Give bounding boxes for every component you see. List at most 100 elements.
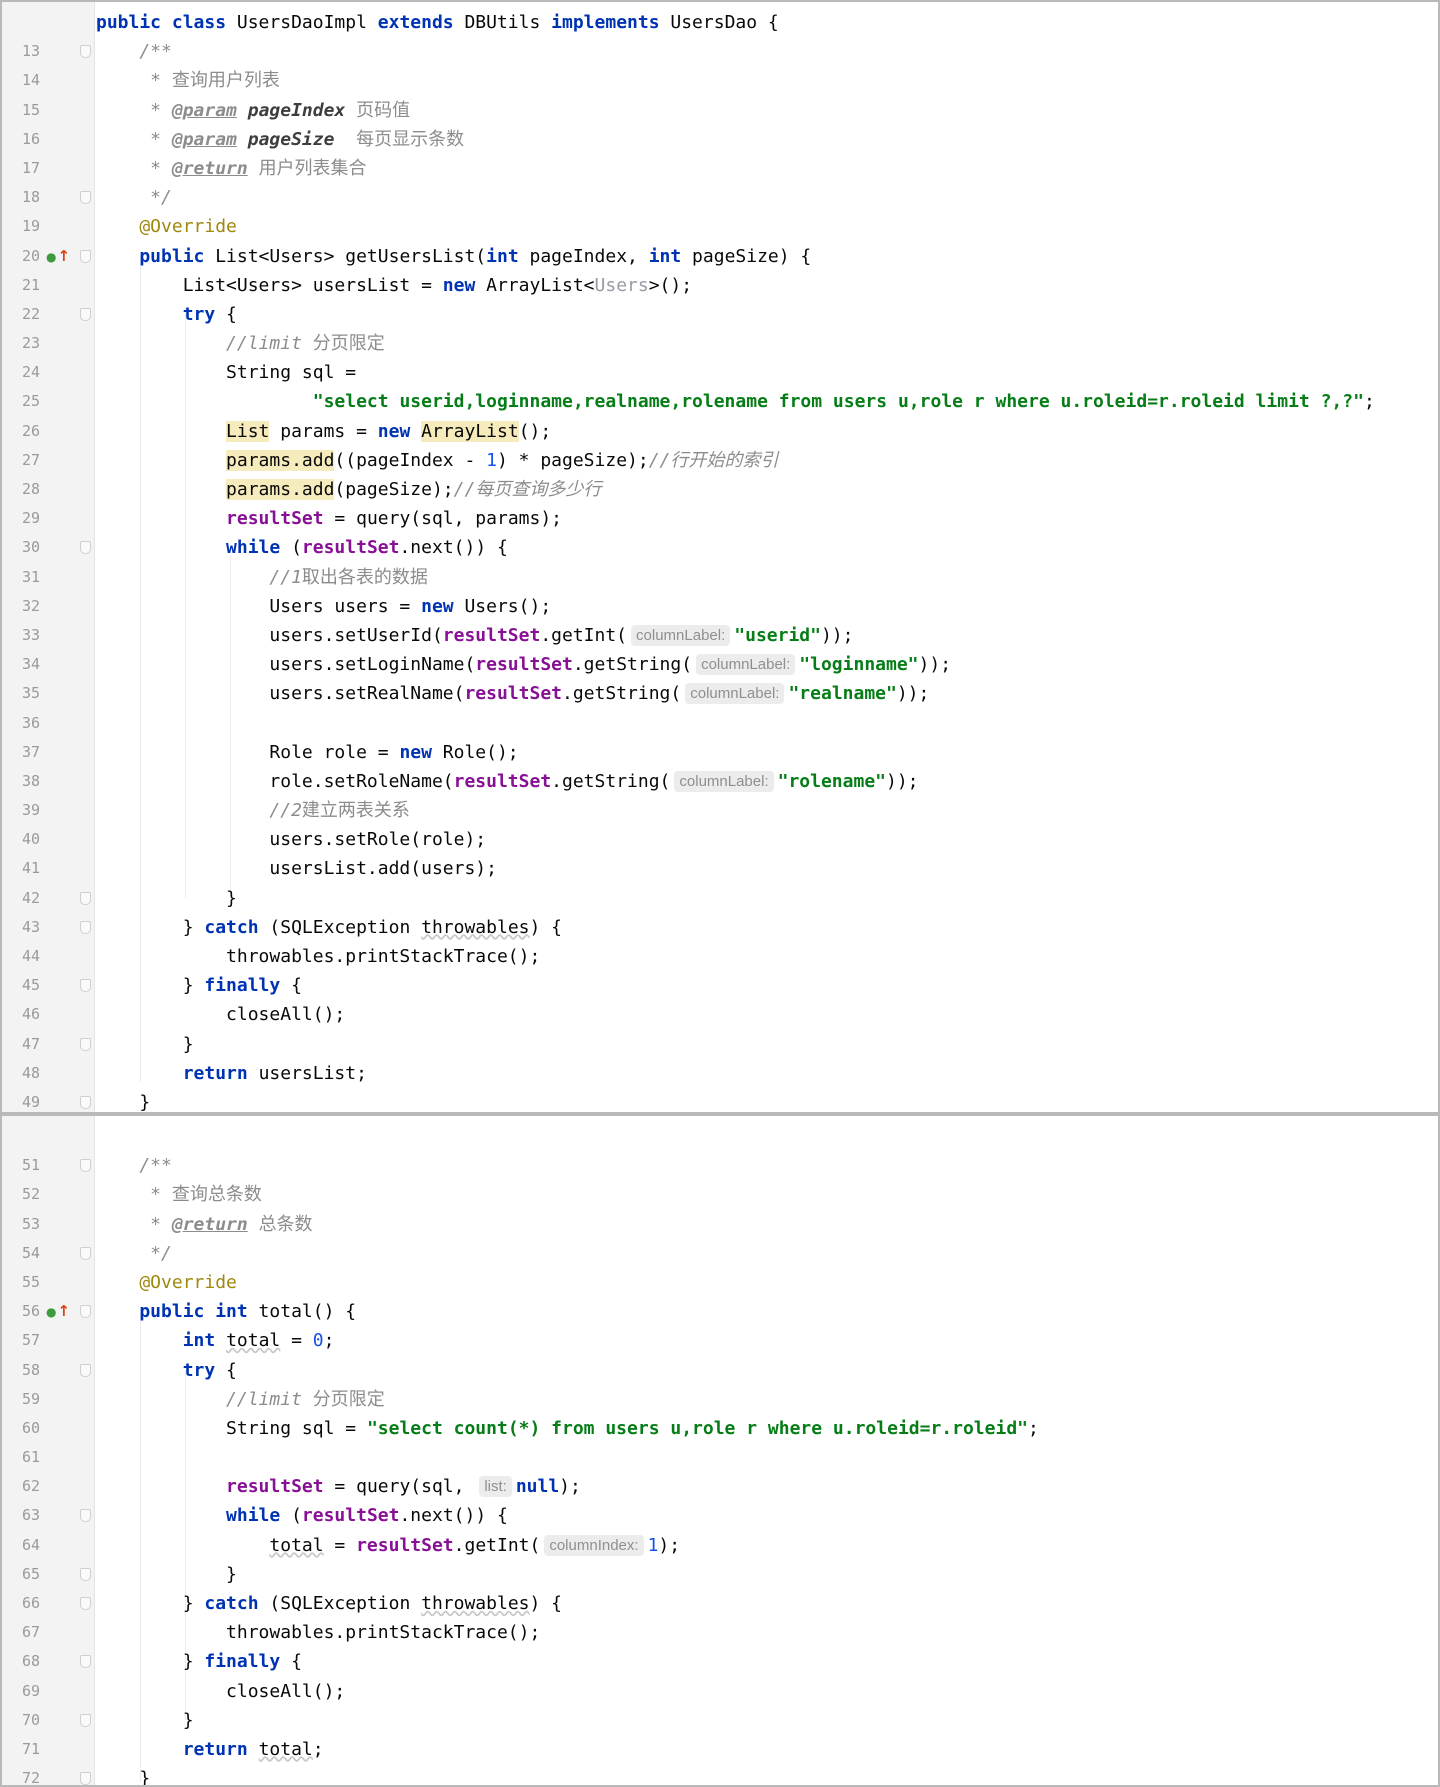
code-text[interactable]: @Override	[96, 212, 237, 241]
fold-marker-icon[interactable]	[80, 979, 91, 993]
code-line[interactable]: 65 total = resultSet.getInt(columnIndex:…	[2, 1531, 1438, 1583]
fold-marker-icon[interactable]	[80, 1246, 91, 1260]
code-line[interactable]: 18 * @return 用户列表集合	[2, 154, 1438, 206]
code-line[interactable]: 69 } finally {	[2, 1647, 1438, 1699]
code-text[interactable]: //2建立两表关系	[96, 796, 410, 825]
code-line[interactable]: 19 */	[2, 183, 1438, 235]
code-text[interactable]: }	[96, 1706, 194, 1735]
fold-marker-icon[interactable]	[80, 920, 91, 934]
code-line[interactable]: 21 ●↑ public List<Users> getUsersList(in…	[2, 242, 1438, 294]
code-text[interactable]: Role role = new Role();	[96, 738, 518, 767]
code-text[interactable]: //1取出各表的数据	[96, 563, 428, 592]
code-line[interactable]: 38 Role role = new Role();	[2, 738, 1438, 790]
code-text[interactable]: }	[96, 884, 237, 913]
code-line[interactable]: 24 //limit 分页限定	[2, 329, 1438, 381]
code-line[interactable]: 62	[2, 1443, 1438, 1495]
code-text[interactable]: "select userid,loginname,realname,rolena…	[96, 387, 1375, 416]
code-text[interactable]: public int total() {	[96, 1297, 356, 1326]
fold-marker-icon[interactable]	[80, 1597, 91, 1610]
code-line[interactable]: 17 * @param pageSize 每页显示条数	[2, 125, 1438, 177]
code-line[interactable]: 43 }	[2, 884, 1438, 936]
code-line[interactable]: 42 usersList.add(users);	[2, 854, 1438, 906]
code-text[interactable]: * @param pageSize 每页显示条数	[96, 125, 464, 154]
code-line[interactable]: 28 params.add((pageIndex - 1) * pageSize…	[2, 446, 1438, 498]
fold-marker-icon[interactable]	[80, 1509, 91, 1523]
code-line[interactable]: 45 throwables.printStackTrace();	[2, 942, 1438, 994]
code-text[interactable]: * @return 总条数	[96, 1210, 312, 1239]
code-line[interactable]: 60 //limit 分页限定	[2, 1385, 1438, 1437]
code-text[interactable]: * 查询用户列表	[96, 66, 280, 95]
code-line[interactable]: 32 //1取出各表的数据	[2, 563, 1438, 615]
code-text[interactable]: */	[96, 183, 172, 212]
fold-marker-icon[interactable]	[80, 1567, 91, 1581]
code-text[interactable]: } finally {	[96, 1647, 302, 1676]
code-line[interactable]: 58 int total = 0;	[2, 1326, 1438, 1378]
code-line[interactable]: 56 @Override	[2, 1268, 1438, 1320]
code-text[interactable]: }	[96, 1030, 194, 1059]
code-text[interactable]: try {	[96, 1356, 237, 1385]
code-line[interactable]: 57 ●↑ public int total() {	[2, 1297, 1438, 1349]
code-text[interactable]: int total = 0;	[96, 1326, 335, 1355]
code-text[interactable]: } catch (SQLException throwables) {	[96, 913, 562, 942]
code-line[interactable]: 71 }	[2, 1706, 1438, 1758]
fold-marker-icon[interactable]	[80, 1772, 91, 1785]
code-text[interactable]: } catch (SQLException throwables) {	[96, 1589, 562, 1618]
code-text[interactable]: }	[96, 1560, 237, 1589]
code-text[interactable]: try {	[96, 300, 237, 329]
code-line[interactable]: 64 while (resultSet.next()) {	[2, 1501, 1438, 1553]
code-text[interactable]: public class UsersDaoImpl extends DBUtil…	[96, 8, 779, 37]
code-line[interactable]: 20 @Override	[2, 212, 1438, 264]
code-text[interactable]: public List<Users> getUsersList(int page…	[96, 242, 811, 271]
code-line[interactable]: 47 closeAll();	[2, 1000, 1438, 1052]
code-line[interactable]: 53 * 查询总条数	[2, 1180, 1438, 1232]
code-line[interactable]: 36 users.setRealName(resultSet.getString…	[2, 679, 1438, 732]
code-text[interactable]: List params = new ArrayList();	[96, 417, 551, 446]
implements-method-icon[interactable]: ●↑	[46, 1297, 70, 1327]
code-text[interactable]: * @return 用户列表集合	[96, 154, 366, 183]
code-line[interactable]: 54 * @return 总条数	[2, 1210, 1438, 1262]
fold-marker-icon[interactable]	[80, 249, 91, 263]
code-text[interactable]: String sql =	[96, 358, 356, 387]
code-line[interactable]: 29 params.add(pageSize);//每页查询多少行	[2, 475, 1438, 527]
code-text[interactable]: role.setRoleName(resultSet.getString(col…	[96, 767, 919, 796]
code-line[interactable]: 63 resultSet = query(sql, list: null);	[2, 1472, 1438, 1524]
fold-marker-icon[interactable]	[80, 1655, 91, 1669]
code-text[interactable]: */	[96, 1239, 172, 1268]
code-line[interactable]: 70 closeAll();	[2, 1677, 1438, 1729]
code-text[interactable]: closeAll();	[96, 1677, 345, 1706]
code-text[interactable]: //limit 分页限定	[96, 329, 385, 358]
code-line[interactable]: 15 * 查询用户列表	[2, 66, 1438, 118]
fold-marker-icon[interactable]	[80, 307, 91, 321]
code-text[interactable]: throwables.printStackTrace();	[96, 942, 540, 971]
code-line[interactable]: 27 List params = new ArrayList();	[2, 417, 1438, 469]
code-text[interactable]: /**	[96, 1151, 172, 1180]
code-text[interactable]: usersList.add(users);	[96, 854, 497, 883]
fold-marker-icon[interactable]	[80, 1713, 91, 1727]
code-text[interactable]: while (resultSet.next()) {	[96, 1501, 508, 1530]
code-line[interactable]: 68 throwables.printStackTrace();	[2, 1618, 1438, 1670]
code-text[interactable]: @Override	[96, 1268, 237, 1297]
code-line[interactable]: 13 public class UsersDaoImpl extends DBU…	[2, 8, 1438, 60]
fold-marker-icon[interactable]	[80, 1305, 91, 1319]
code-text[interactable]: while (resultSet.next()) {	[96, 533, 508, 562]
code-text[interactable]: * 查询总条数	[96, 1180, 262, 1209]
code-text[interactable]: closeAll();	[96, 1000, 345, 1029]
code-text[interactable]: resultSet = query(sql, params);	[96, 504, 562, 533]
code-line[interactable]: 73 }	[2, 1764, 1438, 1785]
fold-marker-icon[interactable]	[80, 191, 91, 205]
code-line[interactable]: 48 }	[2, 1030, 1438, 1082]
code-text[interactable]: } finally {	[96, 971, 302, 1000]
code-line[interactable]: 67 } catch (SQLException throwables) {	[2, 1589, 1438, 1641]
fold-marker-icon[interactable]	[80, 891, 91, 905]
code-line[interactable]: 44 } catch (SQLException throwables) {	[2, 913, 1438, 965]
code-text[interactable]: }	[96, 1764, 150, 1785]
code-line[interactable]: 66 }	[2, 1560, 1438, 1612]
code-text[interactable]: Users users = new Users();	[96, 592, 551, 621]
code-text[interactable]: * @param pageIndex 页码值	[96, 96, 410, 125]
code-text[interactable]: return total;	[96, 1735, 324, 1764]
code-line[interactable]: 39 role.setRoleName(resultSet.getString(…	[2, 767, 1438, 819]
code-line[interactable]: 26 "select userid,loginname,realname,rol…	[2, 387, 1438, 439]
code-line[interactable]: 37	[2, 709, 1438, 761]
code-line[interactable]: 40 //2建立两表关系	[2, 796, 1438, 848]
code-line[interactable]: 41 users.setRole(role);	[2, 825, 1438, 877]
